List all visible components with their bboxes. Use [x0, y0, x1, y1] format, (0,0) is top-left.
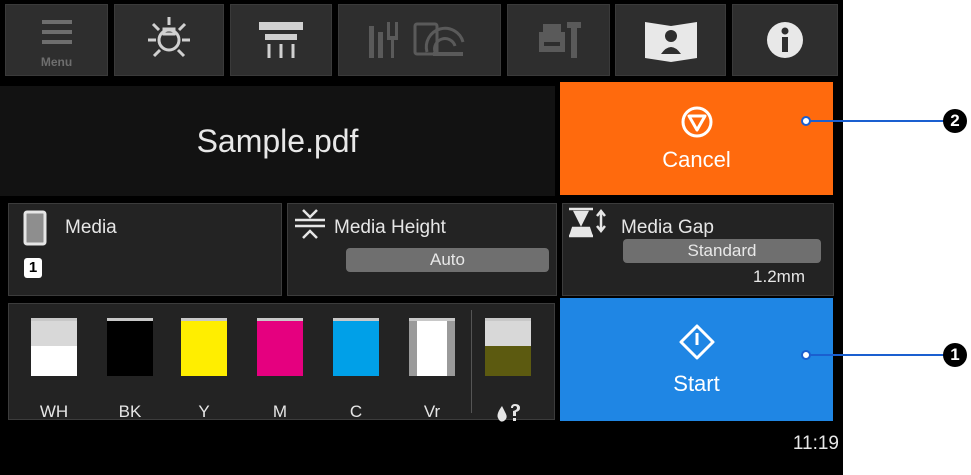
- network-status-icon: [368, 22, 464, 58]
- heater-button[interactable]: [230, 4, 332, 76]
- ink-c-level: [333, 321, 379, 376]
- network-status-button[interactable]: [338, 4, 501, 76]
- callout-dot-start: [801, 350, 811, 360]
- menu-label: Menu: [40, 55, 73, 69]
- media-height-icon: [295, 209, 325, 239]
- media-height-panel[interactable]: Media Height Auto: [287, 203, 557, 296]
- media-gap-icon: [569, 207, 606, 238]
- media-height-value: Auto: [346, 248, 549, 272]
- start-button[interactable]: Start: [560, 298, 833, 421]
- manual-button[interactable]: [615, 4, 726, 76]
- media-title: Media: [65, 217, 117, 238]
- callout-line-cancel: [807, 120, 947, 122]
- callout-number-cancel: 2: [943, 109, 967, 133]
- ink-bk-label: BK: [118, 402, 142, 421]
- ink-wh-label: WH: [39, 402, 69, 421]
- menu-button[interactable]: Menu: [5, 4, 108, 76]
- info-button[interactable]: [732, 4, 838, 76]
- media-gap-title: Media Gap: [621, 217, 714, 238]
- ink-y-label: Y: [198, 402, 210, 421]
- ink-m-level: [257, 321, 303, 376]
- media-gap-panel[interactable]: Media Gap Standard 1.2mm: [562, 203, 834, 296]
- manual-icon: [644, 22, 697, 62]
- callout-number-start: 1: [943, 343, 967, 367]
- ink-y-level: [181, 321, 227, 376]
- media-slot-badge: 1: [24, 258, 42, 278]
- ink-wh: WH: [31, 318, 77, 421]
- callout-dot-cancel: [801, 116, 811, 126]
- media-gap-detail: 1.2mm: [753, 267, 805, 286]
- cancel-button[interactable]: Cancel: [560, 82, 833, 195]
- start-label: Start: [673, 370, 720, 396]
- top-toolbar: Menu: [0, 0, 843, 80]
- waste-ink-icon: [497, 404, 520, 422]
- maintenance-icon: [538, 22, 581, 58]
- maintenance-button[interactable]: [507, 4, 610, 76]
- stop-icon: [681, 106, 712, 137]
- media-panel[interactable]: Media 1: [8, 203, 282, 296]
- ink-m: M: [257, 318, 303, 421]
- lamp-icon: [148, 17, 190, 58]
- ink-y: Y: [181, 318, 227, 421]
- ink-separator: [471, 310, 472, 413]
- ink-m-label: M: [272, 402, 288, 421]
- media-icon: [23, 210, 47, 246]
- lamp-button[interactable]: [114, 4, 224, 76]
- ink-vr-level: [417, 321, 447, 376]
- ink-c-label: C: [349, 402, 363, 421]
- heater-icon: [259, 22, 303, 58]
- ink-bk: BK: [107, 318, 153, 421]
- waste-ink-level: [485, 345, 531, 376]
- waste-ink: [485, 318, 531, 422]
- menu-icon: [41, 20, 72, 44]
- media-height-title: Media Height: [334, 217, 446, 238]
- info-icon: [767, 22, 803, 58]
- ink-vr: Vr: [409, 318, 455, 421]
- media-gap-value: Standard: [623, 239, 821, 263]
- start-icon: [679, 324, 714, 359]
- cancel-label: Cancel: [662, 146, 731, 172]
- ink-levels-panel[interactable]: WH BK Y M C Vr: [8, 303, 555, 422]
- printer-control-panel: Menu Sample.pdf Cancel Media 1 Media Hei…: [0, 0, 843, 475]
- callout-line-start: [807, 354, 947, 356]
- ink-vr-label: Vr: [423, 402, 441, 421]
- ink-c: C: [333, 318, 379, 421]
- ink-bk-level: [107, 321, 153, 376]
- job-name: Sample.pdf: [0, 86, 555, 196]
- clock: 11:19: [792, 433, 839, 454]
- ink-wh-level: [31, 345, 77, 376]
